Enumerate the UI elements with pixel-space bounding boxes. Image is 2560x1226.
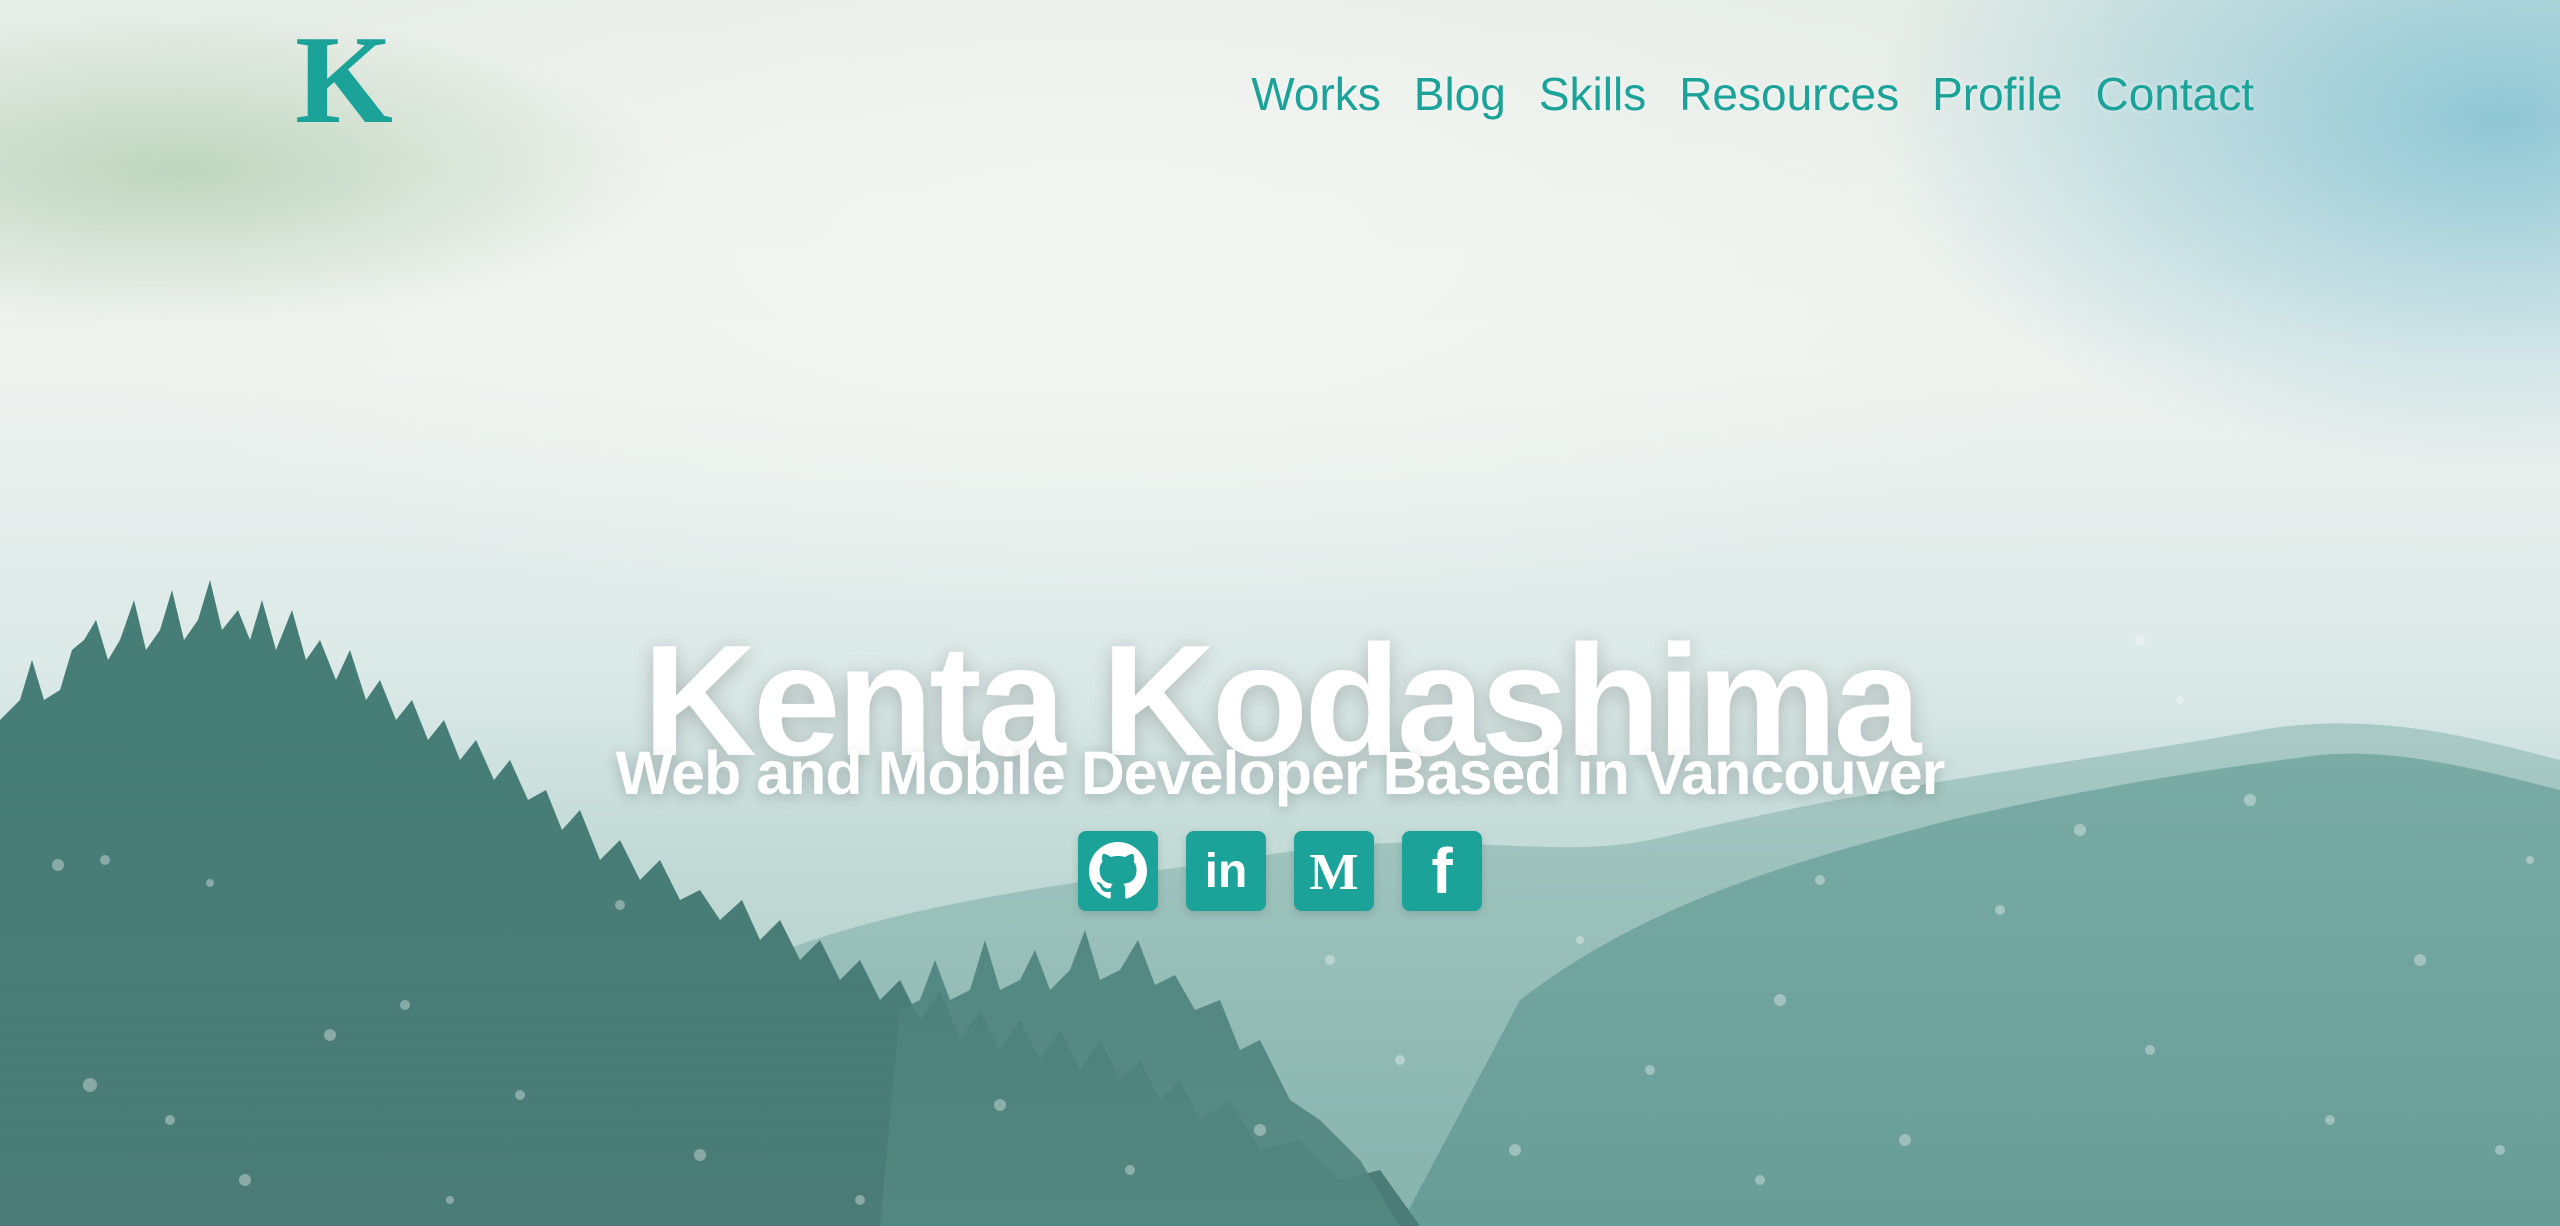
nav-item-contact[interactable]: Contact xyxy=(2095,62,2254,126)
main-nav: Works Blog Skills Resources Profile Cont… xyxy=(1251,62,2254,126)
github-link[interactable] xyxy=(1078,831,1158,911)
linkedin-icon: in xyxy=(1205,845,1248,898)
nav-item-profile[interactable]: Profile xyxy=(1932,62,2062,126)
facebook-icon: f xyxy=(1431,839,1453,903)
nav-item-skills[interactable]: Skills xyxy=(1539,62,1646,126)
medium-link[interactable]: M xyxy=(1294,831,1374,911)
hero-background: K Works Blog Skills Resources Profile Co… xyxy=(0,0,2560,1226)
linkedin-glyph: in xyxy=(1205,845,1248,898)
github-icon xyxy=(1089,842,1147,899)
medium-glyph: M xyxy=(1309,844,1358,901)
linkedin-link[interactable]: in xyxy=(1186,831,1266,911)
medium-icon: M xyxy=(1309,844,1358,901)
nav-item-blog[interactable]: Blog xyxy=(1414,62,1506,126)
facebook-link[interactable]: f xyxy=(1402,831,1482,911)
nav-item-resources[interactable]: Resources xyxy=(1679,62,1899,126)
social-links: in M f xyxy=(1078,831,1482,911)
logo[interactable]: K xyxy=(288,18,400,144)
nav-item-works[interactable]: Works xyxy=(1251,62,1381,126)
facebook-glyph: f xyxy=(1431,839,1453,903)
hero-subtitle: Web and Mobile Developer Based in Vancou… xyxy=(615,738,1946,807)
